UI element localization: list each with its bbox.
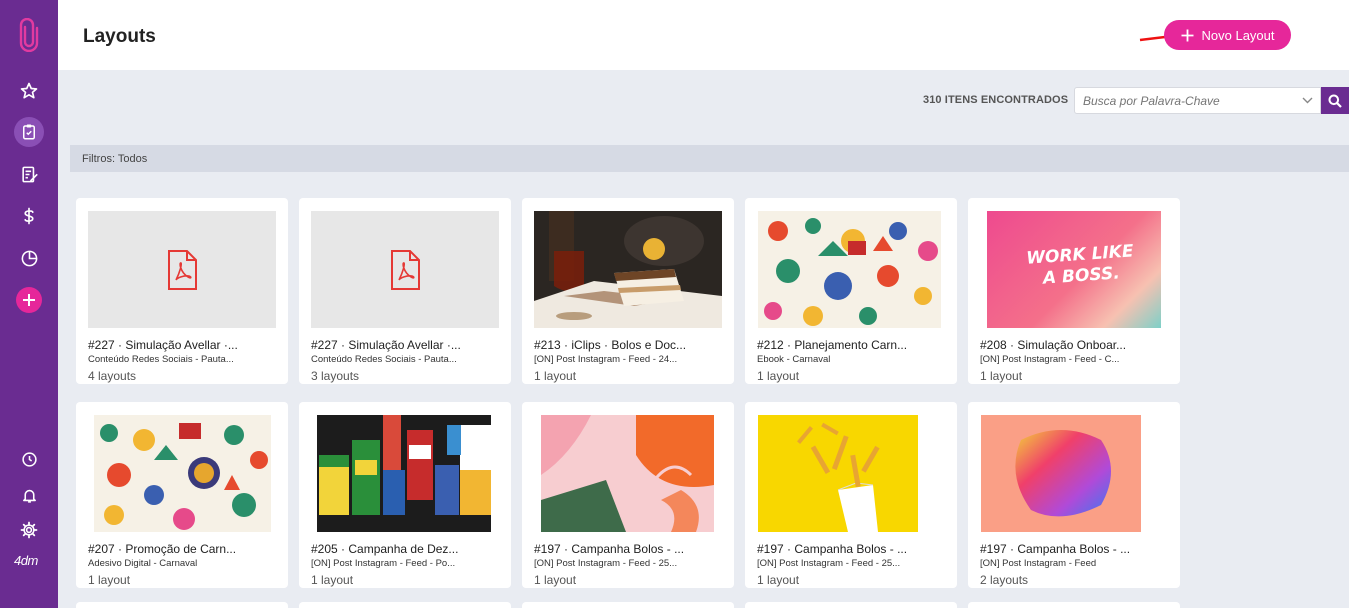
carnival-pattern-thumbnail [94, 415, 271, 532]
card-title: #212 · Planejamento Carn... [757, 338, 908, 352]
layout-card[interactable]: #207 · Promoção de Carn... Adesivo Digit… [76, 402, 288, 588]
search-dropdown-toggle[interactable] [1294, 87, 1321, 114]
card-subtitle: Conteúdo Redes Sociais - Pauta... [311, 354, 457, 365]
gear-icon[interactable] [14, 515, 44, 545]
search-input[interactable] [1074, 87, 1295, 114]
card-title: #208 · Simulação Onboar... [980, 338, 1127, 352]
dollar-icon[interactable] [14, 201, 44, 231]
card-title: #197 · Campanha Bolos - ... [757, 542, 908, 556]
card-subtitle: [ON] Post Instagram - Feed - 25... [757, 558, 901, 569]
star-icon[interactable] [14, 76, 44, 106]
fries-photo-thumbnail [758, 415, 918, 532]
card-subtitle: Adesivo Digital - Carnaval [88, 558, 198, 569]
layout-card-partial[interactable] [299, 602, 511, 608]
pdf-file-icon [391, 249, 420, 290]
card-layout-count: 1 layout [757, 573, 800, 587]
card-subtitle: [ON] Post Instagram - Feed [980, 558, 1097, 569]
add-icon[interactable] [16, 287, 42, 313]
card-subtitle: [ON] Post Instagram - Feed - C... [980, 354, 1120, 365]
card-title: #227 · Simulação Avellar ·... [88, 338, 238, 352]
abstract-shapes-thumbnail [541, 415, 714, 532]
card-title: #205 · Campanha de Dez... [311, 542, 459, 556]
card-layout-count: 4 layouts [88, 369, 137, 383]
layout-card-partial[interactable] [522, 602, 734, 608]
new-layout-label: Novo Layout [1201, 27, 1275, 43]
layout-card[interactable]: #197 · Campanha Bolos - ... [ON] Post In… [522, 402, 734, 588]
search-icon [1328, 94, 1342, 108]
card-title: #207 · Promoção de Carn... [88, 542, 237, 556]
layout-card[interactable]: #205 · Campanha de Dez... [ON] Post Inst… [299, 402, 511, 588]
card-layout-count: 1 layout [88, 573, 131, 587]
layout-card[interactable]: #227 · Simulação Avellar ·... Conteúdo R… [299, 198, 511, 384]
card-layout-count: 1 layout [980, 369, 1023, 383]
bell-icon[interactable] [14, 480, 44, 510]
page-title: Layouts [83, 26, 156, 47]
pdf-thumbnail [311, 211, 499, 328]
layout-card[interactable]: WORK LIKE A BOSS. #208 · Simulação Onboa… [968, 198, 1180, 384]
card-title: #197 · Campanha Bolos - ... [534, 542, 685, 556]
layout-card[interactable]: #213 · iClips · Bolos e Doc... [ON] Post… [522, 198, 734, 384]
card-title: #197 · Campanha Bolos - ... [980, 542, 1131, 556]
edit-document-icon[interactable] [14, 159, 44, 189]
layout-card[interactable]: #212 · Planejamento Carn... Ebook - Carn… [745, 198, 957, 384]
work-like-a-boss-thumbnail: WORK LIKE A BOSS. [987, 211, 1161, 328]
carnival-illustration-thumbnail [758, 211, 941, 328]
pdf-file-icon [168, 249, 197, 290]
layout-card-partial[interactable] [76, 602, 288, 608]
card-layout-count: 1 layout [534, 369, 577, 383]
sidebar: 4dm [0, 0, 58, 608]
card-title: #213 · iClips · Bolos e Doc... [534, 338, 687, 352]
card-title: #227 · Simulação Avellar ·... [311, 338, 461, 352]
pharmacy-products-thumbnail [317, 415, 491, 532]
card-subtitle: Ebook - Carnaval [757, 354, 831, 365]
filters-bar[interactable]: Filtros: Todos [70, 145, 1349, 172]
plus-icon [1181, 29, 1193, 41]
paperclip-logo-icon[interactable] [16, 17, 42, 53]
layout-card-partial[interactable] [968, 602, 1180, 608]
pie-chart-icon[interactable] [14, 243, 44, 273]
layout-card[interactable]: #227 · Simulação Avellar ·... Conteúdo R… [76, 198, 288, 384]
card-layout-count: 1 layout [311, 573, 354, 587]
chevron-down-icon [1302, 97, 1312, 104]
user-avatar[interactable]: 4dm [14, 553, 38, 568]
layout-card-partial[interactable] [745, 602, 957, 608]
card-layout-count: 1 layout [534, 573, 577, 587]
card-subtitle: [ON] Post Instagram - Feed - 24... [534, 354, 678, 365]
card-layout-count: 1 layout [757, 369, 800, 383]
new-layout-button[interactable]: Novo Layout [1164, 20, 1291, 50]
clock-icon[interactable] [14, 444, 44, 474]
cake-photo-thumbnail [534, 211, 722, 328]
layout-card[interactable]: #197 · Campanha Bolos - ... [ON] Post In… [745, 402, 957, 588]
card-layout-count: 3 layouts [311, 369, 360, 383]
gradient-blob-thumbnail [981, 415, 1141, 532]
clipboard-check-icon[interactable] [14, 117, 44, 147]
search-button[interactable] [1321, 87, 1349, 114]
card-subtitle: [ON] Post Instagram - Feed - 25... [534, 558, 678, 569]
items-count: 310 ITENS ENCONTRADOS [923, 94, 1069, 106]
layout-card[interactable]: #197 · Campanha Bolos - ... [ON] Post In… [968, 402, 1180, 588]
pdf-thumbnail [88, 211, 276, 328]
card-subtitle: [ON] Post Instagram - Feed - Po... [311, 558, 456, 569]
card-subtitle: Conteúdo Redes Sociais - Pauta... [88, 354, 234, 365]
card-layout-count: 2 layouts [980, 573, 1029, 587]
